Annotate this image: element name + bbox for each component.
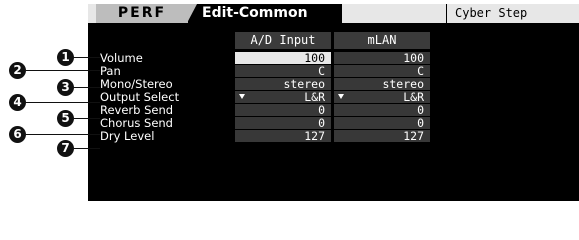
row-label-chorus-send: Chorus Send: [100, 116, 173, 130]
value-mono-stereo-mlan[interactable]: stereo: [334, 78, 430, 90]
page-tab[interactable]: Edit-Common: [187, 4, 342, 23]
performance-name: Cyber Step: [446, 4, 576, 23]
triangle-down-icon: [239, 94, 245, 99]
value-volume-mlan[interactable]: 100: [334, 52, 430, 64]
callout-5-leader: [74, 118, 100, 119]
callout-4: 4: [9, 94, 26, 111]
callout-6: 6: [9, 126, 26, 143]
callout-7: 7: [57, 140, 74, 157]
row-label-mono-stereo: Mono/Stereo: [100, 77, 173, 91]
output-select-mlan-text: L&R: [403, 90, 424, 104]
value-dry-level-ad[interactable]: 127: [235, 130, 331, 142]
callout-6-leader: [26, 134, 100, 135]
page-title: Edit-Common: [202, 5, 308, 21]
value-chorus-send-mlan[interactable]: 0: [334, 117, 430, 129]
callout-2-leader: [26, 70, 100, 71]
value-output-select-ad[interactable]: L&R: [235, 91, 331, 103]
value-dry-level-mlan[interactable]: 127: [334, 130, 430, 142]
column-header-ad-input: A/D Input: [235, 32, 331, 49]
tab-notch: [187, 4, 197, 23]
value-pan-ad[interactable]: C: [235, 65, 331, 77]
row-label-reverb-send: Reverb Send: [100, 103, 174, 117]
lcd-screen: PERF Edit-Common Cyber Step A/D Input mL…: [88, 4, 579, 201]
mode-tab[interactable]: PERF: [96, 4, 188, 23]
triangle-down-icon: [338, 94, 344, 99]
callout-2: 2: [9, 62, 26, 79]
value-output-select-mlan[interactable]: L&R: [334, 91, 430, 103]
row-label-output-select: Output Select: [100, 90, 180, 104]
title-bar: PERF Edit-Common Cyber Step: [88, 4, 579, 23]
row-label-volume: Volume: [100, 51, 143, 65]
callout-3-leader: [74, 87, 100, 88]
row-label-dry-level: Dry Level: [100, 129, 155, 143]
callout-1-leader: [74, 57, 100, 58]
value-reverb-send-mlan[interactable]: 0: [334, 104, 430, 116]
value-mono-stereo-ad[interactable]: stereo: [235, 78, 331, 90]
output-select-ad-text: L&R: [304, 90, 325, 104]
value-chorus-send-ad[interactable]: 0: [235, 117, 331, 129]
callout-1: 1: [57, 49, 74, 66]
callout-4-leader: [26, 102, 100, 103]
value-reverb-send-ad[interactable]: 0: [235, 104, 331, 116]
callout-3: 3: [57, 79, 74, 96]
value-volume-ad[interactable]: 100: [235, 52, 331, 64]
value-pan-mlan[interactable]: C: [334, 65, 430, 77]
callout-5: 5: [57, 110, 74, 127]
column-header-mlan: mLAN: [334, 32, 430, 49]
row-label-pan: Pan: [100, 64, 121, 78]
callout-7-leader: [74, 148, 100, 149]
